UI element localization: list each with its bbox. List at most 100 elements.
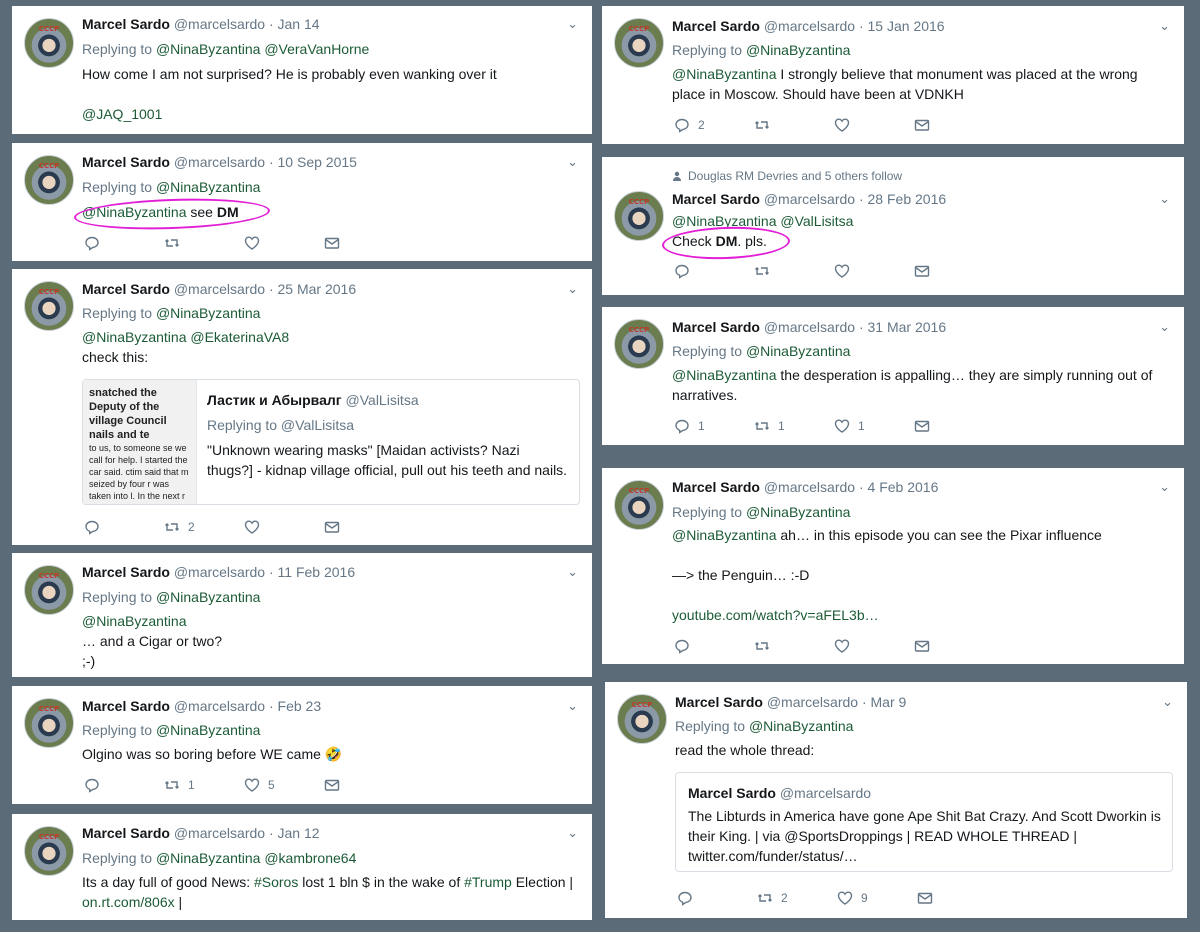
tweet-date[interactable]: · 10 Sep 2015 [269,154,357,170]
like-button[interactable]: 1 [834,418,914,434]
like-button[interactable] [244,235,324,251]
tweet-card[interactable]: Marcel Sardo @marcelsardo · Jan 12 ⌄ Rep… [12,814,592,920]
author-handle[interactable]: @marcelsardo [764,18,855,34]
quote-author-handle[interactable]: @marcelsardo [780,785,871,801]
tweet-date[interactable]: · 11 Feb 2016 [269,564,355,580]
like-button[interactable]: 9 [837,890,917,906]
tweet-card[interactable]: Marcel Sardo @marcelsardo · 4 Feb 2016 ⌄… [602,468,1184,664]
retweet-button[interactable] [754,263,834,279]
reply-button[interactable]: 1 [674,418,754,434]
tweet-date[interactable]: · Jan 12 [269,825,320,841]
avatar[interactable] [24,18,74,68]
url-link[interactable]: youtube.com/watch?v=aFEL3b… [672,605,1170,625]
chevron-down-icon[interactable]: ⌄ [567,281,578,297]
chevron-down-icon[interactable]: ⌄ [1162,694,1173,710]
tweet-date[interactable]: · 28 Feb 2016 [859,191,946,207]
reply-button[interactable] [674,638,754,654]
reply-mention-link[interactable]: @NinaByzantina [156,589,261,605]
like-button[interactable] [834,117,914,133]
author-name[interactable]: Marcel Sardo [672,319,760,335]
direct-message-button[interactable] [917,890,997,906]
tweet-card[interactable]: Marcel Sardo @marcelsardo · Feb 23 ⌄ Rep… [12,686,592,804]
author-handle[interactable]: @marcelsardo [174,154,265,170]
retweet-button[interactable]: 2 [757,890,837,906]
like-button[interactable]: 5 [244,777,324,793]
mention-link[interactable]: @NinaByzantina [82,611,578,631]
author-handle[interactable]: @marcelsardo [174,698,265,714]
direct-message-button[interactable] [324,777,404,793]
direct-message-button[interactable] [914,263,994,279]
avatar[interactable] [614,319,664,369]
quoted-tweet[interactable]: snatched the Deputy of the village Counc… [82,379,580,505]
chevron-down-icon[interactable]: ⌄ [567,698,578,714]
author-handle[interactable]: @marcelsardo [174,564,265,580]
quote-author-handle[interactable]: @ValLisitsa [346,392,419,408]
avatar[interactable] [24,565,74,615]
author-name[interactable]: Marcel Sardo [82,16,170,32]
chevron-down-icon[interactable]: ⌄ [1159,479,1170,495]
retweet-button[interactable]: 1 [754,418,834,434]
tweet-date[interactable]: · Feb 23 [269,698,321,714]
avatar[interactable] [614,480,664,530]
tweet-card[interactable]: Marcel Sardo @marcelsardo · 31 Mar 2016 … [602,307,1184,445]
tweet-card[interactable]: Marcel Sardo @marcelsardo · 11 Feb 2016 … [12,553,592,677]
quoted-tweet[interactable]: Marcel Sardo @marcelsardo The Libturds i… [675,772,1173,872]
reply-button[interactable] [674,263,754,279]
tweet-card[interactable]: Marcel Sardo @marcelsardo · 10 Sep 2015 … [12,143,592,261]
author-handle[interactable]: @marcelsardo [174,16,265,32]
tweet-date[interactable]: · 15 Jan 2016 [859,18,945,34]
reply-button[interactable] [84,519,164,535]
chevron-down-icon[interactable]: ⌄ [567,564,578,580]
avatar[interactable] [614,18,664,68]
direct-message-button[interactable] [914,117,994,133]
quote-thumbnail[interactable]: snatched the Deputy of the village Counc… [83,380,197,504]
avatar[interactable] [24,281,74,331]
author-name[interactable]: Marcel Sardo [672,18,760,34]
reply-button[interactable] [677,890,757,906]
tweet-date[interactable]: · 4 Feb 2016 [859,479,938,495]
reply-mention-link[interactable]: @NinaByzantina [746,42,851,58]
author-name[interactable]: Marcel Sardo [82,698,170,714]
chevron-down-icon[interactable]: ⌄ [567,825,578,841]
chevron-down-icon[interactable]: ⌄ [1159,191,1170,207]
quote-author-name[interactable]: Marcel Sardo [688,785,776,801]
direct-message-button[interactable] [914,418,994,434]
retweet-button[interactable]: 1 [164,777,244,793]
like-button[interactable] [834,263,914,279]
author-handle[interactable]: @marcelsardo [764,479,855,495]
retweet-button[interactable] [754,638,834,654]
retweet-button[interactable] [754,117,834,133]
tweet-card[interactable]: Douglas RM Devries and 5 others follow M… [602,157,1184,295]
avatar[interactable] [24,826,74,876]
tweet-date[interactable]: · 31 Mar 2016 [859,319,946,335]
reply-mention-link[interactable]: @NinaByzantina [749,718,854,734]
mention-link[interactable]: @NinaByzantina @EkaterinaVA8 [82,327,578,347]
direct-message-button[interactable] [324,235,404,251]
author-name[interactable]: Marcel Sardo [82,281,170,297]
hashtag-link[interactable]: #Soros [254,874,298,890]
author-name[interactable]: Marcel Sardo [675,694,763,710]
tweet-date[interactable]: · 25 Mar 2016 [269,281,356,297]
like-button[interactable] [244,519,324,535]
avatar[interactable] [24,155,74,205]
author-name[interactable]: Marcel Sardo [672,191,760,207]
reply-mention-link[interactable]: @NinaByzantina [156,722,261,738]
author-handle[interactable]: @marcelsardo [767,694,858,710]
tweet-card[interactable]: Marcel Sardo @marcelsardo · 25 Mar 2016 … [12,269,592,545]
chevron-down-icon[interactable]: ⌄ [1159,18,1170,34]
url-link[interactable]: on.rt.com/806x [82,894,175,910]
reply-mention-link[interactable]: @NinaByzantina [746,504,851,520]
author-name[interactable]: Marcel Sardo [672,479,760,495]
retweet-button[interactable]: 2 [164,519,244,535]
author-name[interactable]: Marcel Sardo [82,154,170,170]
author-handle[interactable]: @marcelsardo [174,825,265,841]
reply-mention-link[interactable]: @NinaByzantina @kambrone64 [156,850,356,866]
reply-button[interactable]: 2 [674,117,754,133]
hashtag-link[interactable]: #Trump [464,874,512,890]
chevron-down-icon[interactable]: ⌄ [567,16,578,32]
social-context-text[interactable]: Douglas RM Devries and 5 others follow [688,169,902,183]
avatar[interactable] [614,191,664,241]
mention-link[interactable]: @NinaByzantina [672,527,777,543]
author-handle[interactable]: @marcelsardo [764,191,855,207]
like-button[interactable] [834,638,914,654]
